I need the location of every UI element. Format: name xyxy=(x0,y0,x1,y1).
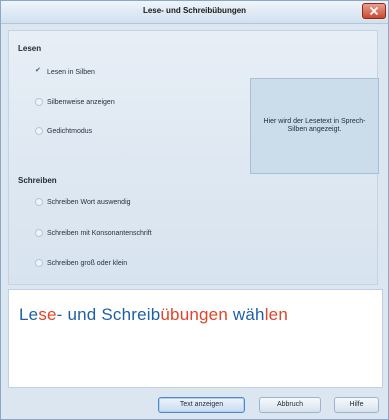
radio-button[interactable] xyxy=(35,259,43,267)
close-button[interactable] xyxy=(362,3,386,19)
text-segment-highlight: gen xyxy=(199,305,228,324)
text-segment: wäh xyxy=(227,305,265,324)
title-bar: Lese- und Schreibübungen xyxy=(1,1,388,24)
syllable-preview-box: Hier wird der Lesetext in Sprech-Silben … xyxy=(250,78,379,174)
window-title: Lese- und Schreibübungen xyxy=(142,6,247,15)
option-lesen-in-silben[interactable]: Lesen in Silben xyxy=(35,66,95,78)
reading-heading: Lesen xyxy=(18,44,42,53)
text-segment-highlight: übun xyxy=(160,305,200,324)
show-text-button[interactable]: Text anzeigen xyxy=(158,397,245,413)
text-segment: - und Schreib xyxy=(56,305,161,324)
option-label: Schreiben Wort auswendig xyxy=(47,198,131,206)
radio-button[interactable] xyxy=(35,229,43,237)
text-segment: Le xyxy=(19,305,39,324)
text-segment-highlight: se xyxy=(38,305,57,324)
option-schreiben-wort-auswendig[interactable]: Schreiben Wort auswendig xyxy=(35,196,131,208)
sample-text: Lese- und Schreibübungen wählen xyxy=(19,305,288,325)
dialog-window: Lese- und Schreibübungen Lesen Lesen in … xyxy=(0,0,389,420)
option-label: Schreiben groß oder klein xyxy=(47,259,128,267)
check-icon[interactable] xyxy=(35,66,43,76)
help-button[interactable]: Hilfe xyxy=(334,397,379,413)
cancel-button[interactable]: Abbruch xyxy=(259,397,321,413)
option-label: Silbenweise anzeigen xyxy=(47,98,115,106)
radio-button[interactable] xyxy=(35,127,43,135)
text-segment-highlight: len xyxy=(264,305,288,324)
radio-button[interactable] xyxy=(35,98,43,106)
settings-panel: Lesen Lesen in Silben Silbenweise anzeig… xyxy=(8,30,379,285)
option-label: Gedichtmodus xyxy=(47,127,93,135)
writing-heading: Schreiben xyxy=(18,176,57,185)
option-label: Schreiben mit Konsonantenschrift xyxy=(47,229,152,237)
option-label: Lesen in Silben xyxy=(47,68,95,76)
option-silbenweise-anzeigen[interactable]: Silbenweise anzeigen xyxy=(35,96,115,108)
close-icon xyxy=(369,6,379,16)
text-display-panel: Lese- und Schreibübungen wählen xyxy=(8,289,383,388)
option-schreiben-gross-oder-klein[interactable]: Schreiben groß oder klein xyxy=(35,257,127,269)
option-gedichtmodus[interactable]: Gedichtmodus xyxy=(35,125,92,137)
option-schreiben-konsonantenschrift[interactable]: Schreiben mit Konsonantenschrift xyxy=(35,227,152,239)
radio-button[interactable] xyxy=(35,198,43,206)
